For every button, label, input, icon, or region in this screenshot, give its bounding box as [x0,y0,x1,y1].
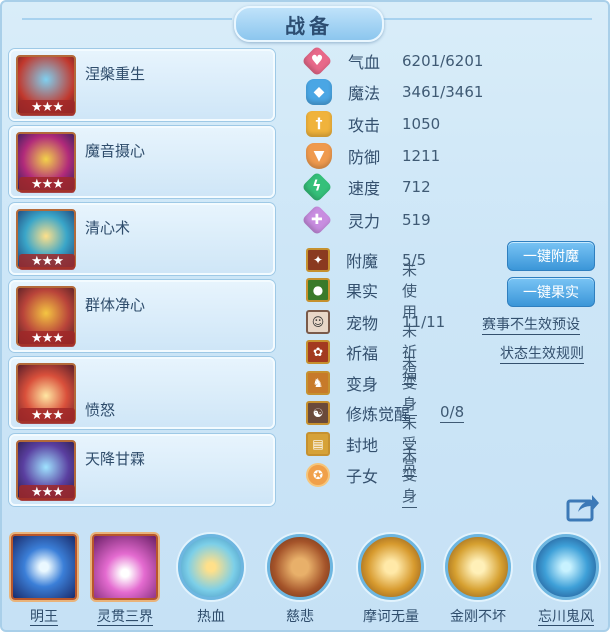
bottom-label: 灵贯三界 [97,609,153,626]
stat-hp: ♥ 气血 6201/6201 [301,45,484,77]
attr-enchant[interactable]: ✦ 附魔 5/5 [306,246,426,274]
skill-stars: ★★★ [19,485,75,501]
mercy-icon[interactable] [267,534,333,600]
blessing-icon: ✿ [306,340,330,364]
skill-name: 清心术 [85,219,131,237]
stat-value: 519 [402,211,431,229]
attr-label: 变身 [346,375,379,394]
preset-link[interactable]: 赛事不生效预设 [482,314,580,335]
attr-cultivation[interactable]: ☯ 修炼觉醒 0/8 [306,399,465,427]
bottom-label: 忘川鬼风 [538,609,594,626]
stat-label: 魔法 [348,84,381,103]
one-click-enchant-button[interactable]: 一键附魔 [507,241,595,271]
pet-icon: ☺ [306,310,330,334]
stat-attack: † 攻击 1050 [306,110,440,138]
skill-stars: ★★★ [19,254,75,270]
bottom-skill-bar: 明王 灵贯三界 热血 慈悲 摩诃无量 金刚不坏 忘川鬼风 [2,526,608,632]
attr-value: 0/8 [440,403,465,423]
vajra-icon[interactable] [445,534,511,600]
three-realms-icon[interactable] [92,534,158,600]
skill-stars: ★★★ [19,331,75,347]
one-click-fruit-button[interactable]: 一键果实 [507,277,595,307]
wisdom-king-icon[interactable] [11,534,77,600]
stat-value: 6201/6201 [402,52,484,70]
attr-label: 附魔 [346,252,379,271]
heart-icon: ♥ [301,45,333,77]
title-divider-right [382,18,592,20]
speed-icon: ϟ [301,171,333,203]
skill-item[interactable]: ★★★ 愤怒 [9,357,275,429]
bottom-label: 热血 [197,609,225,625]
skill-item[interactable]: ★★★ 群体净心 [9,280,275,352]
stat-defense: ▼ 防御 1211 [306,142,440,170]
attr-label: 果实 [346,282,379,301]
attr-label: 封地 [346,436,379,455]
battle-prep-panel: 战备 ★★★ 涅槃重生 ★★★ 魔音摄心 ★★★ 清心术 ★★★ 群体净心 ★★… [0,0,610,632]
rules-link[interactable]: 状态生效规则 [500,343,584,364]
attr-value: 未变身 [402,443,418,508]
bottom-label: 金刚不坏 [450,609,506,625]
magic-icon: ◆ [306,79,332,105]
stat-value: 3461/3461 [402,83,484,101]
ghost-wind-icon[interactable] [533,534,599,600]
share-icon[interactable] [566,492,600,522]
transform-icon: ♞ [306,371,330,395]
stat-value: 1211 [402,147,441,165]
stat-label: 气血 [348,53,381,72]
bottom-label: 明王 [30,609,58,626]
sword-icon: † [306,111,332,137]
passion-icon[interactable] [178,534,244,600]
skill-name: 魔音摄心 [85,142,146,160]
skill-stars: ★★★ [19,100,75,116]
bottom-label: 摩诃无量 [363,609,419,625]
stat-value: 1050 [402,115,441,133]
attr-blessing[interactable]: ✿ 祈福 未祈福 [306,322,418,385]
skill-name: 愤怒 [85,401,116,419]
skill-item[interactable]: ★★★ 涅槃重生 [9,49,275,121]
page-title: 战备 [285,13,333,38]
stat-label: 攻击 [348,116,381,135]
skill-item[interactable]: ★★★ 清心术 [9,203,275,275]
stat-spirit: ✚ 灵力 519 [301,204,431,236]
attr-label: 修炼觉醒 [346,405,411,424]
fief-icon: ▤ [306,432,330,456]
enchant-icon: ✦ [306,248,330,272]
spirit-icon: ✚ [301,204,333,236]
stat-label: 防御 [348,148,381,167]
attr-transform[interactable]: ♞ 变身 未变身 [306,353,418,416]
stat-mp: ◆ 魔法 3461/3461 [306,78,483,106]
fruit-icon: ● [306,278,330,302]
bottom-label: 慈悲 [286,609,314,625]
skill-item[interactable]: ★★★ 魔音摄心 [9,126,275,198]
stat-value: 712 [402,178,431,196]
skill-stars: ★★★ [19,177,75,193]
stat-label: 灵力 [348,212,381,231]
title-divider-left [22,18,232,20]
skill-name: 涅槃重生 [85,65,146,83]
skill-item[interactable]: ★★★ 天降甘霖 [9,434,275,506]
stat-label: 速度 [348,179,381,198]
attr-children[interactable]: ✪ 子女 未变身 [306,445,418,508]
skill-stars: ★★★ [19,408,75,424]
attr-fief[interactable]: ▤ 封地 未受赏 [306,414,418,477]
title-tab: 战备 [234,6,384,42]
shield-icon: ▼ [306,143,332,169]
skill-name: 天降甘霖 [85,450,146,468]
cultivation-icon: ☯ [306,401,330,425]
attr-label: 子女 [346,467,379,486]
children-icon: ✪ [306,463,330,487]
boundless-icon[interactable] [358,534,424,600]
attr-label: 宠物 [346,314,379,333]
stat-speed: ϟ 速度 712 [301,171,431,203]
skill-name: 群体净心 [85,296,146,314]
attr-pet[interactable]: ☺ 宠物 11/11 [306,308,445,336]
attr-label: 祈福 [346,344,379,363]
attr-fruit[interactable]: ● 果实 未使用 [306,261,417,321]
